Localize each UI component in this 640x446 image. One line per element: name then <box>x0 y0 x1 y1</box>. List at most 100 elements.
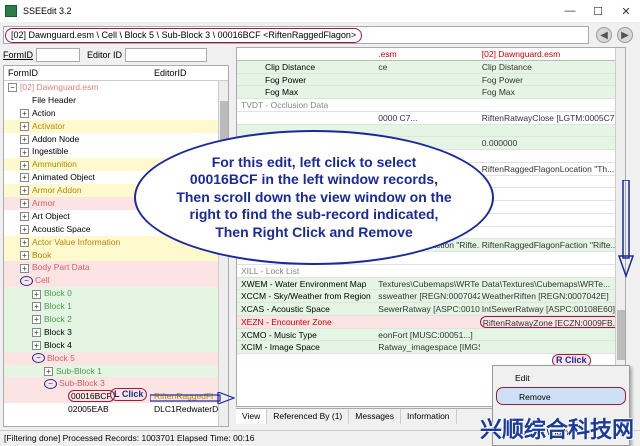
tab-view[interactable]: View <box>236 409 268 424</box>
editorid-filter-input[interactable] <box>125 48 208 62</box>
collapse-toggle-icon[interactable]: − <box>20 276 33 287</box>
expand-toggle-icon[interactable]: + <box>20 237 29 247</box>
tree-row[interactable]: + Block 2 <box>4 313 228 326</box>
tree-row[interactable]: + Sub-Block 1 <box>4 364 228 378</box>
tree-row-label: Block 5 <box>47 352 75 363</box>
formid-column-header[interactable]: FormID <box>4 66 150 80</box>
expand-toggle-icon[interactable]: + <box>32 289 41 299</box>
tree-row[interactable]: + Book <box>4 248 228 262</box>
grid-row[interactable]: Clip Distance ce Clip Distance <box>237 60 625 74</box>
grid-cell-c3 <box>480 265 625 277</box>
context-menu-edit[interactable]: Edit <box>493 369 629 387</box>
expand-toggle-icon[interactable]: + <box>20 263 29 273</box>
tree-row[interactable]: + Block 1 <box>4 300 228 314</box>
collapse-toggle-icon[interactable]: − <box>44 379 57 390</box>
grid-cell-c2: ssweather [REGN:0007042E] <box>378 291 480 302</box>
tree-row-label: [02] Dawnguard.esm <box>20 82 99 92</box>
tree-row[interactable]: File Header <box>4 93 228 107</box>
tree-row[interactable]: + Block 3 <box>4 325 228 339</box>
grid-row[interactable]: Fog Max Fog Max <box>237 86 625 99</box>
grid-row[interactable]: XCMO - Music Type eonFort [MUSC:00051...] <box>237 328 625 342</box>
formid-filter-label: FormID <box>3 50 33 60</box>
collapse-toggle-icon[interactable]: − <box>32 353 45 364</box>
tree-row[interactable]: + Block 4 <box>4 338 228 352</box>
tab-information[interactable]: Information <box>401 409 457 424</box>
tree-row[interactable]: + Activator <box>4 119 228 133</box>
grid-cell-c3: Data\Textures\Cubemaps\WRTe... <box>481 278 611 289</box>
grid-row[interactable]: Fog Power Fog Power <box>237 73 625 87</box>
forward-button[interactable]: ▶ <box>617 27 633 43</box>
grid-cell-c3 <box>480 252 625 264</box>
expand-toggle-icon[interactable]: + <box>20 160 29 170</box>
expand-toggle-icon[interactable]: + <box>44 366 53 376</box>
formid-filter-input[interactable] <box>36 48 80 62</box>
grid-cell-c1: XCAS - Acoustic Space <box>241 304 330 314</box>
tab-referenced-by[interactable]: Referenced By (1) <box>267 409 350 424</box>
expand-toggle-icon[interactable]: + <box>20 173 29 183</box>
filter-row: FormID Editor ID <box>3 47 208 63</box>
grid-row[interactable]: XCAS - Acoustic Space SewerRatway [ASPC:0… <box>237 303 625 316</box>
tree-row[interactable]: 02005EAB DLC1RedwaterD <box>4 403 228 417</box>
scroll-down-arrow-icon <box>618 180 634 279</box>
expand-toggle-icon[interactable]: + <box>32 341 41 351</box>
tree-row[interactable]: − Block 5 <box>4 351 228 365</box>
grid-cell-c2 <box>376 265 479 277</box>
grid-scroll-thumb[interactable] <box>617 310 625 360</box>
tree-row-label: Acoustic Space <box>32 223 91 234</box>
tab-messages[interactable]: Messages <box>349 409 402 424</box>
record-tree[interactable]: − [02] Dawnguard.esm File Header + Action + Ac… <box>4 81 228 417</box>
left-click-label: L Click <box>110 388 148 401</box>
expand-toggle-icon[interactable]: + <box>20 199 29 209</box>
expand-toggle-icon[interactable]: + <box>20 121 29 131</box>
path-bar[interactable]: [02] Dawnguard.esm \ Cell \ Block 5 \ Su… <box>3 26 589 44</box>
tree-row[interactable]: − [02] Dawnguard.esm <box>4 81 228 94</box>
grid-row[interactable]: XEZN - Encounter Zone RiftenRatwayZone [E… <box>237 315 625 329</box>
grid-cell-c2 <box>376 99 479 111</box>
tree-row[interactable]: + Addon Node <box>4 132 228 146</box>
grid-row[interactable]: XCCM - Sky/Weather from Region ssweather … <box>237 290 625 303</box>
maximize-button[interactable]: ☐ <box>584 0 612 22</box>
grid-cell-c2 <box>376 74 479 86</box>
grid-row[interactable]: TVDT - Occlusion Data <box>237 99 625 112</box>
grid-row[interactable]: XCIM - Image Space Ratway_imagespace [IMG… <box>237 341 625 354</box>
tree-row-editorid: DLC1RedwaterD <box>154 404 219 415</box>
instruction-callout: For this edit, left click to select 0001… <box>134 130 494 265</box>
expand-toggle-icon[interactable]: − <box>8 83 17 93</box>
grid-row[interactable]: XILL - Lock List <box>237 264 625 278</box>
tree-row[interactable]: + Block 0 <box>4 287 228 301</box>
expand-toggle-icon[interactable]: + <box>20 250 29 260</box>
tree-row-label: Block 4 <box>44 339 72 350</box>
callout-line-3: Then scroll down the view window on the <box>176 188 452 205</box>
grid-row[interactable]: XWEM - Water Environment Map Textures\Cub… <box>237 277 625 291</box>
grid-cell-c1: TVDT - Occlusion Data <box>241 100 329 110</box>
expand-toggle-icon[interactable]: + <box>20 134 29 144</box>
tree-row-label: Art Object <box>32 210 70 221</box>
callout-line-4: right to find the sub-record indicated, <box>189 206 439 223</box>
tree-row-label: Block 3 <box>44 326 72 337</box>
expand-toggle-icon[interactable]: + <box>20 186 29 196</box>
expand-toggle-icon[interactable]: + <box>32 328 41 338</box>
grid-cell-c2: 0000 C7... <box>378 112 418 123</box>
grid-cell-c2 <box>376 316 479 328</box>
grid-row[interactable]: 0000 C7... RiftenRatwayClose [LGTM:0005C7… <box>237 111 625 125</box>
grid-cell-c2 <box>376 86 479 98</box>
expand-toggle-icon[interactable]: + <box>20 109 29 119</box>
tree-row-label: Cell <box>35 275 50 286</box>
grid-cell-c3: Fog Max <box>481 87 515 98</box>
tree-row-label: 00016BCF <box>68 390 115 403</box>
grid-cell-c3 <box>480 201 625 213</box>
tree-row[interactable]: + Action <box>4 106 228 120</box>
tree-row[interactable]: − Cell <box>4 274 228 288</box>
expand-toggle-icon[interactable]: + <box>20 212 29 222</box>
expand-toggle-icon[interactable]: + <box>32 302 41 312</box>
expand-toggle-icon[interactable]: + <box>20 225 29 235</box>
expand-toggle-icon[interactable]: + <box>20 147 29 157</box>
context-menu-remove[interactable]: Remove <box>496 387 626 405</box>
close-button[interactable]: ✕ <box>612 0 640 22</box>
minimize-button[interactable]: — <box>556 0 584 22</box>
editorid-column-header[interactable]: EditorID <box>150 66 191 80</box>
expand-toggle-icon[interactable]: + <box>32 315 41 325</box>
grid-cell-c3 <box>480 214 625 226</box>
tree-row[interactable]: + Body Part Data <box>4 261 228 275</box>
back-button[interactable]: ◀ <box>596 27 612 43</box>
